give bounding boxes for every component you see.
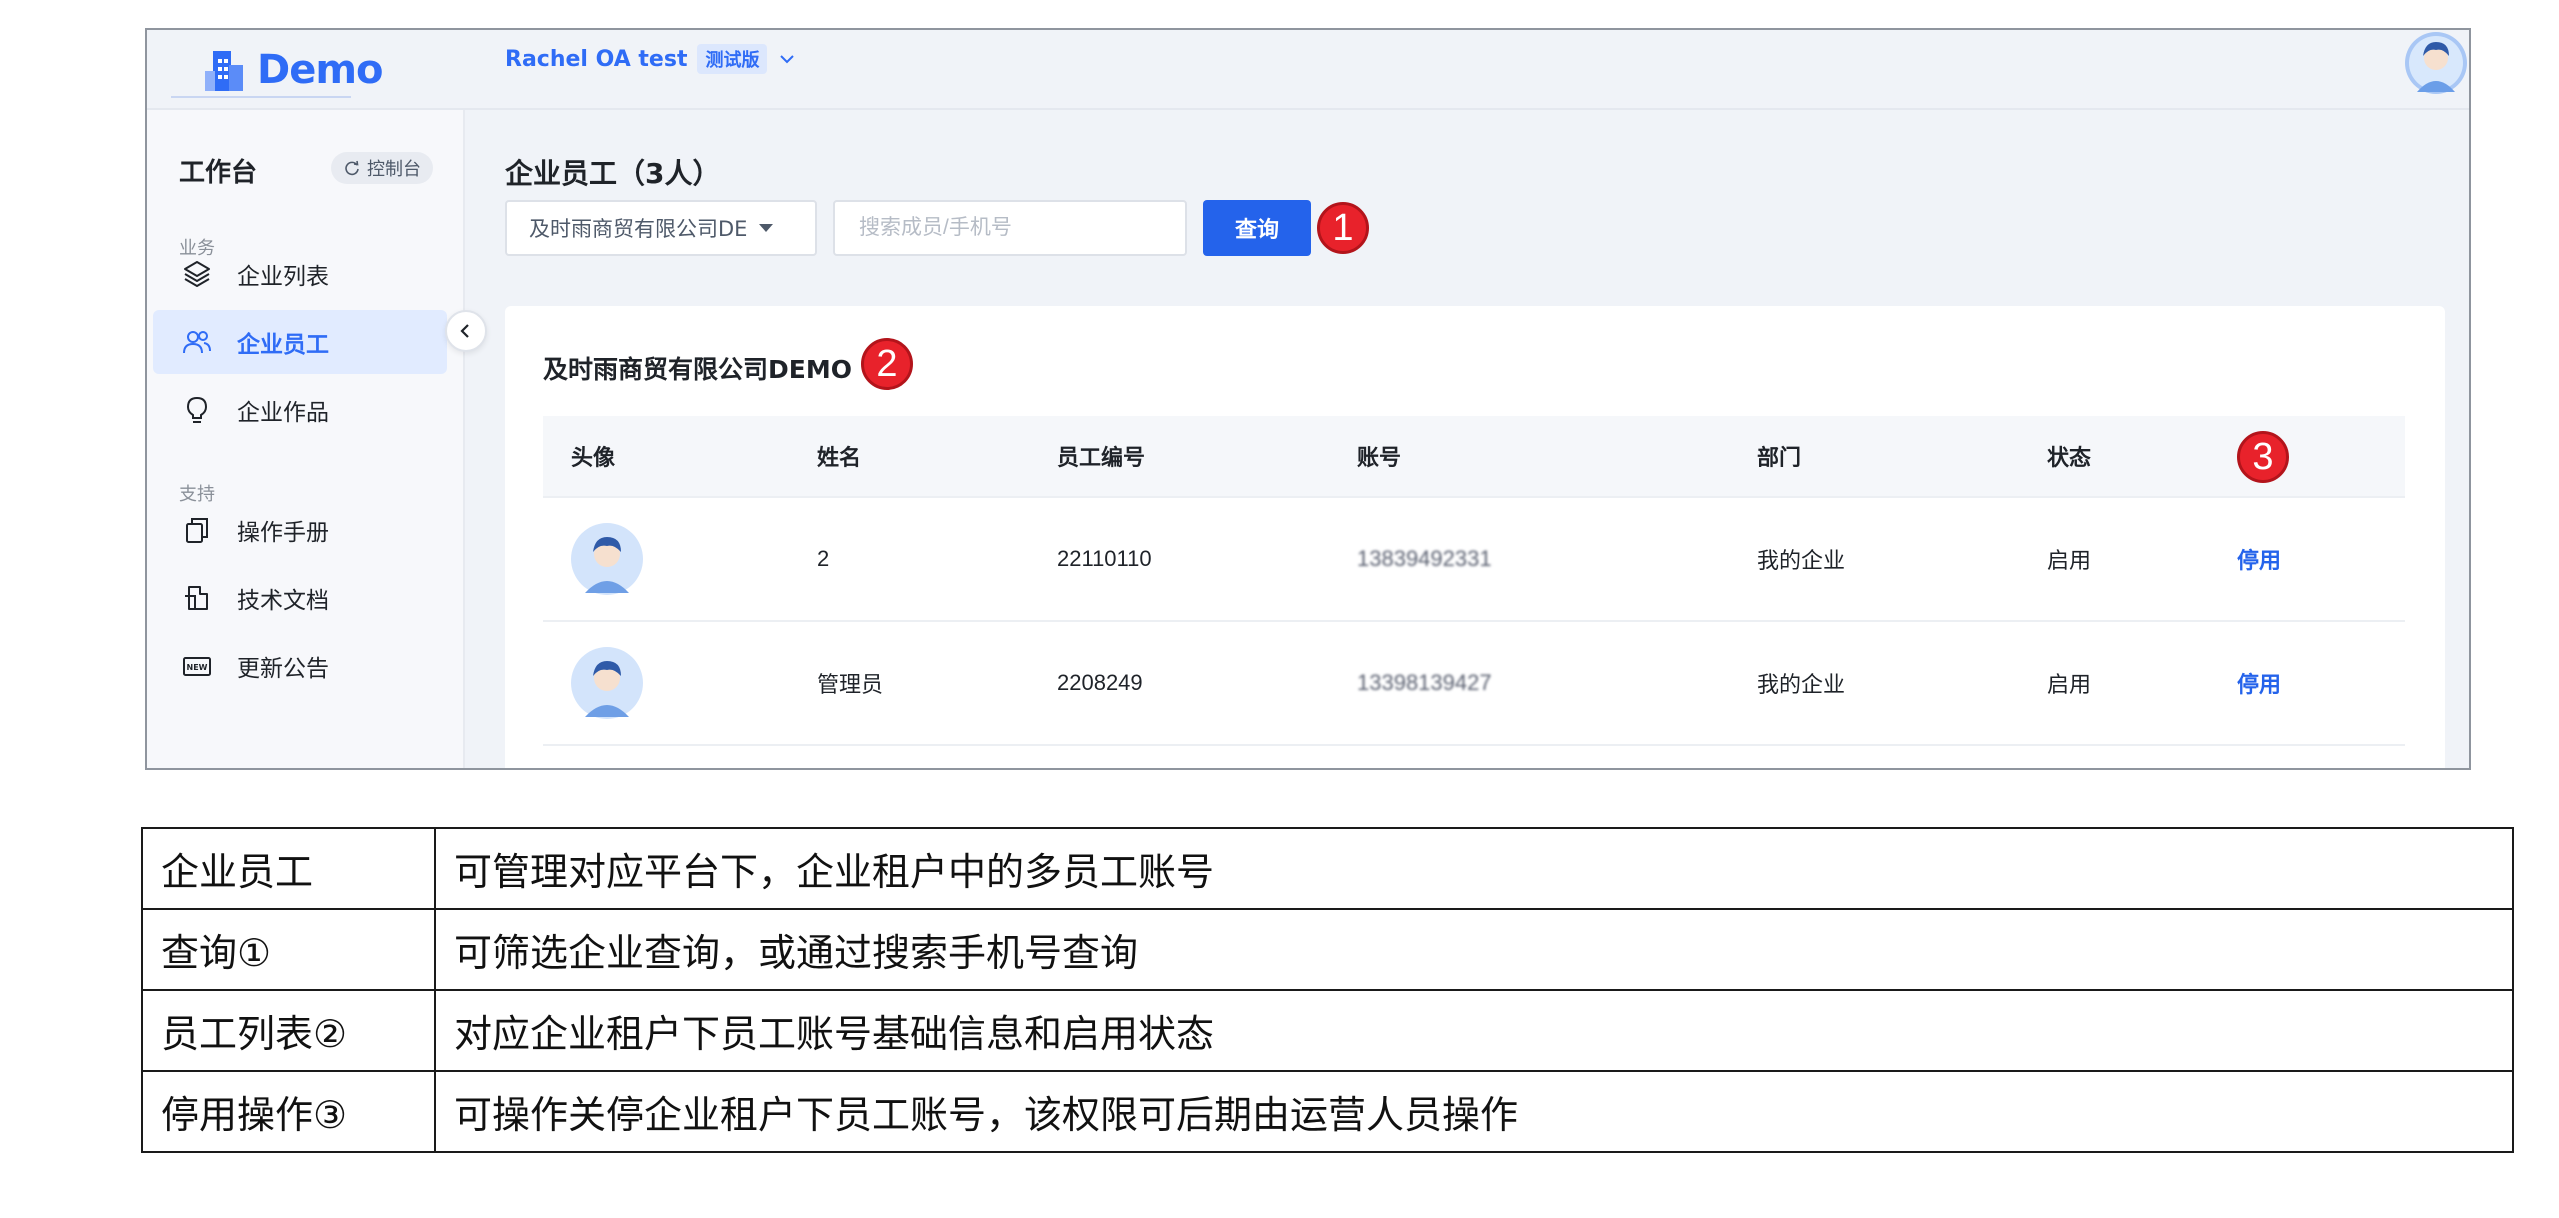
column-header: 部门	[1757, 446, 1802, 471]
column-header: 状态	[2047, 446, 2092, 471]
annotation-marker-3: 3	[2237, 431, 2289, 483]
column-header: 员工编号	[1057, 446, 1146, 471]
staff-account: 13839492331	[1357, 546, 1492, 571]
refresh-icon	[345, 160, 359, 176]
staff-number: 2208249	[1057, 670, 1143, 695]
staff-status: 启用	[2047, 548, 2092, 573]
staff-name: 管理员	[817, 672, 884, 697]
sidebar-item-label: 更新公告	[237, 656, 329, 682]
sidebar-item-manual[interactable]: 操作手册	[153, 498, 447, 562]
staff-department: 我的企业	[1757, 548, 1846, 573]
caret-down-icon	[759, 224, 774, 232]
layers-icon	[184, 261, 210, 287]
sidebar: 工作台 控制台 业务 企业列表 企业员工 企业作品 支持 操作手册 技术文档 N…	[147, 110, 465, 768]
staff-status: 启用	[2047, 672, 2092, 697]
building-logo-icon	[205, 51, 243, 91]
company-select-value: 及时雨商贸有限公司DE	[529, 217, 748, 241]
disable-link[interactable]: 停用	[2237, 667, 2281, 699]
sidebar-item-tech-docs[interactable]: 技术文档	[153, 566, 447, 630]
top-bar: Demo Rachel OA test 测试版	[147, 30, 2469, 110]
app-screenshot: Demo Rachel OA test 测试版 工作台 控制台 业务 企业列表 …	[145, 28, 2471, 770]
sidebar-title: 工作台	[179, 158, 258, 188]
annotation-marker-1: 1	[1317, 202, 1369, 254]
column-header: 头像	[571, 446, 616, 471]
staff-name: 2	[817, 546, 830, 571]
console-button[interactable]: 控制台	[331, 152, 433, 184]
sidebar-item-company-works[interactable]: 企业作品	[153, 378, 447, 442]
column-header: 账号	[1357, 446, 1402, 471]
svg-text:NEW: NEW	[187, 663, 208, 672]
document-icon	[185, 586, 208, 610]
sidebar-item-company-list[interactable]: 企业列表	[153, 242, 447, 306]
staff-card: 及时雨商贸有限公司DEMO 2 头像 姓名 员工编号 账号 部门 状态 3 2 …	[505, 306, 2445, 768]
staff-department: 我的企业	[1757, 672, 1846, 697]
sidebar-item-label: 操作手册	[237, 520, 329, 546]
sidebar-item-label: 企业作品	[237, 400, 329, 426]
org-badge: 测试版	[697, 44, 768, 74]
org-name: Rachel OA test	[505, 46, 688, 72]
description-row: 员工列表② 对应企业租户下员工账号基础信息和启用状态	[141, 989, 2514, 1072]
search-input[interactable]	[833, 200, 1187, 256]
description-key: 员工列表②	[141, 989, 436, 1072]
main-content: 企业员工（3人） 及时雨商贸有限公司DE 查询 1 及时雨商贸有限公司DEMO …	[465, 110, 2469, 768]
description-table: 企业员工 可管理对应平台下，企业租户中的多员工账号 查询① 可筛选企业查询，或通…	[141, 827, 2514, 1153]
user-avatar-icon[interactable]	[2403, 30, 2469, 96]
table-row: 管理员 2208249 13398139427 我的企业 启用 停用	[543, 622, 2405, 746]
card-title: 及时雨商贸有限公司DEMO	[543, 355, 852, 384]
console-label: 控制台	[367, 159, 421, 180]
page-title: 企业员工（3人）	[505, 157, 721, 190]
description-key: 查询①	[141, 908, 436, 991]
disable-link[interactable]: 停用	[2237, 543, 2281, 575]
logo[interactable]: Demo	[199, 40, 383, 100]
description-value: 对应企业租户下员工账号基础信息和启用状态	[434, 989, 2514, 1072]
user-avatar-icon	[571, 647, 643, 719]
annotation-marker-2: 2	[861, 338, 913, 390]
query-button[interactable]: 查询	[1203, 200, 1311, 256]
users-icon	[183, 331, 211, 354]
org-switcher[interactable]: Rachel OA test 测试版	[505, 44, 797, 74]
sidebar-item-label: 企业列表	[237, 264, 329, 290]
logo-text: Demo	[257, 47, 383, 93]
chevron-down-icon	[780, 55, 795, 64]
description-key: 企业员工	[141, 827, 436, 910]
description-row: 企业员工 可管理对应平台下，企业租户中的多员工账号	[141, 827, 2514, 910]
company-select[interactable]: 及时雨商贸有限公司DE	[505, 200, 817, 256]
staff-table: 头像 姓名 员工编号 账号 部门 状态 3 2 22110110 1383949…	[543, 416, 2405, 746]
column-header: 姓名	[817, 446, 862, 471]
copy-icon	[186, 518, 208, 543]
new-badge-icon: NEW	[183, 657, 211, 676]
description-row: 查询① 可筛选企业查询，或通过搜索手机号查询	[141, 908, 2514, 991]
staff-account: 13398139427	[1357, 670, 1492, 695]
logo-divider	[171, 96, 351, 98]
description-key: 停用操作③	[141, 1070, 436, 1153]
description-value: 可管理对应平台下，企业租户中的多员工账号	[434, 827, 2514, 910]
staff-number: 22110110	[1057, 546, 1152, 571]
sidebar-item-label: 技术文档	[237, 588, 329, 614]
sidebar-item-label: 企业员工	[237, 332, 329, 358]
description-row: 停用操作③ 可操作关停企业租户下员工账号，该权限可后期由运营人员操作	[141, 1070, 2514, 1153]
description-value: 可操作关停企业租户下员工账号，该权限可后期由运营人员操作	[434, 1070, 2514, 1153]
sidebar-item-company-staff[interactable]: 企业员工	[153, 310, 447, 374]
description-value: 可筛选企业查询，或通过搜索手机号查询	[434, 908, 2514, 991]
sidebar-item-announcements[interactable]: NEW 更新公告	[153, 634, 447, 698]
user-avatar-icon	[571, 523, 643, 595]
bulb-icon	[186, 396, 208, 423]
table-row: 2 22110110 13839492331 我的企业 启用 停用	[543, 498, 2405, 622]
table-header: 头像 姓名 员工编号 账号 部门 状态 3	[543, 416, 2405, 498]
